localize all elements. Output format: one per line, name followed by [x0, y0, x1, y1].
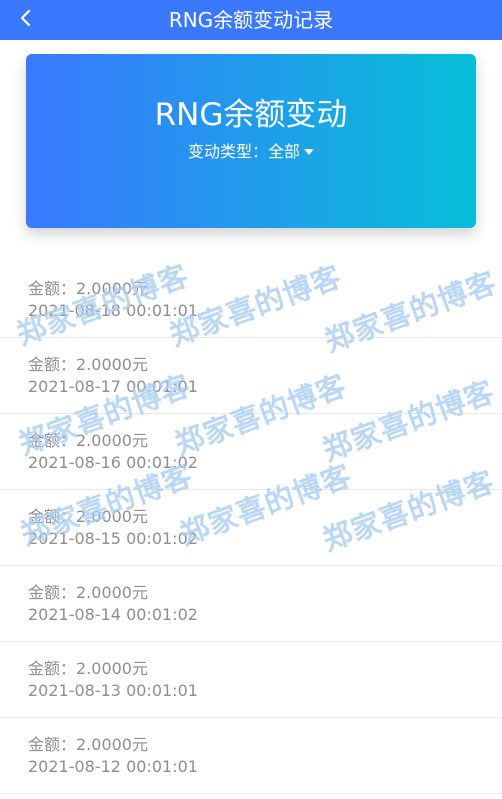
caret-down-icon	[304, 149, 315, 155]
record-amount: 金额：2.0000元	[28, 431, 148, 450]
filter-label: 变动类型：	[187, 142, 268, 161]
change-type-filter: 变动类型：全部	[26, 140, 476, 164]
record-amount: 金额：2.0000元	[28, 659, 148, 678]
page-title: RNG余额变动记录	[168, 8, 334, 32]
record-time: 2021-08-18 00:01:01	[28, 301, 198, 320]
record-amount: 金额：2.0000元	[28, 507, 148, 526]
record-time: 2021-08-16 00:01:02	[28, 453, 198, 472]
filter-value: 全部	[268, 142, 301, 161]
list-item: 金额：2.0000元 2021-08-18 00:01:01	[0, 262, 502, 338]
list-item: 金额：2.0000元 2021-08-16 00:01:02	[0, 414, 502, 490]
filter-dropdown[interactable]: 全部	[268, 142, 315, 161]
card-title: RNG余额变动	[154, 97, 348, 133]
record-time: 2021-08-17 00:01:01	[28, 377, 198, 396]
record-amount: 金额：2.0000元	[28, 279, 148, 298]
list-item: 金额：2.0000元 2021-08-13 00:01:01	[0, 642, 502, 718]
record-amount: 金额：2.0000元	[28, 735, 148, 754]
record-amount: 金额：2.0000元	[28, 355, 148, 374]
list-item: 金额：2.0000元 2021-08-15 00:01:02	[0, 490, 502, 566]
record-time: 2021-08-14 00:01:02	[28, 605, 198, 624]
list-item: 金额：2.0000元 2021-08-12 00:01:01	[0, 718, 502, 794]
record-time: 2021-08-13 00:01:01	[28, 681, 198, 700]
record-amount: 金额：2.0000元	[28, 583, 148, 602]
record-time: 2021-08-15 00:01:02	[28, 529, 198, 548]
list-item: 金额：2.0000元 2021-08-14 00:01:02	[0, 566, 502, 642]
top-bar: RNG余额变动记录	[0, 0, 502, 40]
record-time: 2021-08-12 00:01:01	[28, 757, 198, 776]
list-item: 金额：2.0000元 2021-08-17 00:01:01	[0, 338, 502, 414]
balance-card: RNG余额变动 变动类型：全部	[26, 54, 476, 228]
record-list: 金额：2.0000元 2021-08-18 00:01:01 金额：2.0000…	[0, 262, 502, 794]
